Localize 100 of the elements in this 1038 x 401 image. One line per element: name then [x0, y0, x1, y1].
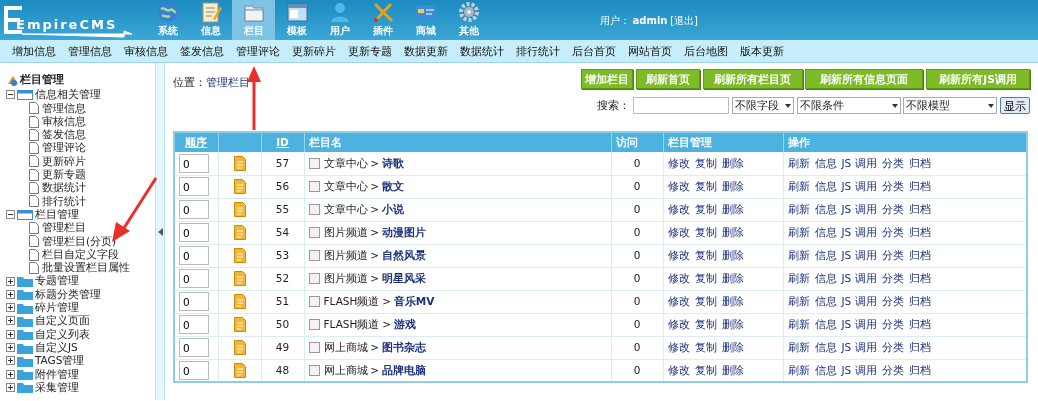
menu-link[interactable]: 后台地图 [677, 40, 734, 62]
action-link[interactable]: 信息 [814, 294, 837, 307]
tree-group[interactable]: 碎片管理 [35, 301, 79, 315]
action-link[interactable]: 刷新 [787, 271, 810, 284]
search-field[interactable] [633, 97, 729, 115]
action-link[interactable]: 修改 [667, 294, 690, 307]
action-link[interactable]: 分类 [881, 317, 904, 330]
action-link[interactable]: 修改 [667, 156, 690, 169]
category-link[interactable]: 小说 [381, 202, 404, 215]
order-field[interactable]: 0 [179, 246, 209, 266]
action-link[interactable]: 删除 [721, 317, 744, 330]
row-checkbox[interactable] [308, 158, 320, 170]
tree-group[interactable]: 信息相关管理 [35, 88, 101, 102]
action-link[interactable]: 删除 [721, 294, 744, 307]
order-field[interactable]: 0 [179, 269, 209, 289]
action-link[interactable]: 归档 [908, 156, 931, 169]
order-field[interactable]: 0 [179, 338, 209, 358]
category-link[interactable]: 音乐MV [393, 294, 435, 307]
action-link[interactable]: 刷新 [787, 294, 810, 307]
menu-link[interactable]: 网站首页 [621, 40, 678, 62]
tree-group[interactable]: 采集管理 [35, 380, 79, 395]
action-link[interactable]: 复制 [694, 271, 717, 284]
action-link[interactable]: 信息 [814, 271, 837, 284]
menu-link[interactable]: 签发信息 [173, 40, 230, 62]
collapse-icon[interactable] [6, 90, 15, 100]
menu-link[interactable]: 数据更新 [397, 40, 454, 62]
action-link[interactable]: 修改 [667, 248, 690, 261]
action-link[interactable]: 删除 [721, 179, 744, 192]
action-link[interactable]: 刷新 [787, 317, 810, 330]
action-link[interactable]: 复制 [694, 248, 717, 261]
order-field[interactable]: 0 [179, 292, 209, 312]
action-link[interactable]: JS 调用 [841, 294, 877, 307]
action-link[interactable]: 信息 [814, 202, 837, 215]
collapse-arrow-icon[interactable] [157, 227, 163, 236]
action-link[interactable]: 修改 [667, 271, 690, 284]
row-checkbox[interactable] [308, 181, 320, 193]
action-link[interactable]: JS 调用 [841, 363, 877, 376]
tree-group[interactable]: 栏目管理 [35, 207, 79, 222]
action-link[interactable]: 分类 [881, 179, 904, 192]
tree-item[interactable]: 管理栏目 [42, 221, 86, 235]
tree-item[interactable]: 栏目自定义字段 [42, 247, 119, 262]
tree-item[interactable]: 更新专题 [42, 168, 86, 182]
category-link[interactable]: 动漫图片 [381, 225, 426, 238]
action-link[interactable]: 刷新 [787, 363, 810, 376]
action-link[interactable]: 分类 [881, 156, 904, 169]
tree-group[interactable]: 标题分类管理 [35, 287, 101, 302]
action-link[interactable]: 归档 [908, 340, 931, 353]
action-link[interactable]: JS 调用 [841, 340, 877, 353]
menu-link[interactable]: 增加信息 [5, 40, 62, 62]
action-link[interactable]: 复制 [694, 156, 717, 169]
action-link[interactable]: 复制 [694, 225, 717, 238]
action-link[interactable]: 分类 [881, 294, 904, 307]
tree-item[interactable]: 管理评论 [42, 141, 86, 155]
action-link[interactable]: 刷新 [787, 156, 810, 169]
action-link[interactable]: 刷新 [787, 202, 810, 215]
menu-link[interactable]: 管理信息 [61, 40, 118, 62]
action-link[interactable]: 复制 [694, 363, 717, 376]
action-link[interactable]: 信息 [814, 363, 837, 376]
action-link[interactable]: 分类 [881, 248, 904, 261]
expand-icon[interactable] [6, 343, 15, 353]
expand-icon[interactable] [6, 382, 15, 392]
menu-link[interactable]: 更新碎片 [285, 40, 342, 62]
menu-link[interactable]: 后台首页 [565, 40, 622, 62]
action-link[interactable]: JS 调用 [841, 179, 877, 192]
action-link[interactable]: 分类 [881, 202, 904, 215]
tree-group[interactable]: 专题管理 [35, 274, 79, 288]
tree-group[interactable]: 自定义JS [35, 340, 78, 355]
action-link[interactable]: 复制 [694, 340, 717, 353]
action-link[interactable]: 修改 [667, 202, 690, 215]
action-link[interactable]: 归档 [908, 202, 931, 215]
action-link[interactable]: 复制 [694, 294, 717, 307]
row-checkbox[interactable] [308, 204, 320, 216]
action-link[interactable]: 修改 [667, 179, 690, 192]
action-link[interactable]: 删除 [721, 248, 744, 261]
row-checkbox[interactable] [308, 227, 320, 239]
action-link[interactable]: JS 调用 [841, 225, 877, 238]
tree-group[interactable]: 自定义页面 [35, 314, 90, 328]
row-checkbox[interactable] [308, 319, 320, 331]
menu-link[interactable]: 审核信息 [117, 40, 174, 62]
show-button[interactable]: 显示 [1000, 97, 1030, 115]
action-link[interactable]: 归档 [908, 271, 931, 284]
expand-icon[interactable] [6, 369, 15, 379]
menu-link[interactable]: 版本更新 [733, 40, 790, 62]
action-link[interactable]: 删除 [721, 340, 744, 353]
filter-dropdown[interactable]: 不限模型 [903, 97, 998, 115]
action-link[interactable]: 复制 [694, 317, 717, 330]
action-link[interactable]: 复制 [694, 202, 717, 215]
action-link[interactable]: 修改 [667, 340, 690, 353]
tree-item[interactable]: 排行统计 [42, 194, 86, 208]
tree-item[interactable]: 签发信息 [42, 128, 86, 142]
tree-group[interactable]: 附件管理 [35, 367, 79, 381]
action-link[interactable]: 信息 [814, 156, 837, 169]
row-checkbox[interactable] [308, 365, 320, 377]
expand-icon[interactable] [6, 329, 15, 339]
action-link[interactable]: 分类 [881, 340, 904, 353]
action-link[interactable]: 分类 [881, 363, 904, 376]
action-link[interactable]: 刷新 [787, 340, 810, 353]
tree-item[interactable]: 批量设置栏目属性 [42, 261, 130, 275]
filter-dropdown[interactable]: 不限条件 [796, 97, 901, 115]
order-field[interactable]: 0 [179, 361, 209, 380]
